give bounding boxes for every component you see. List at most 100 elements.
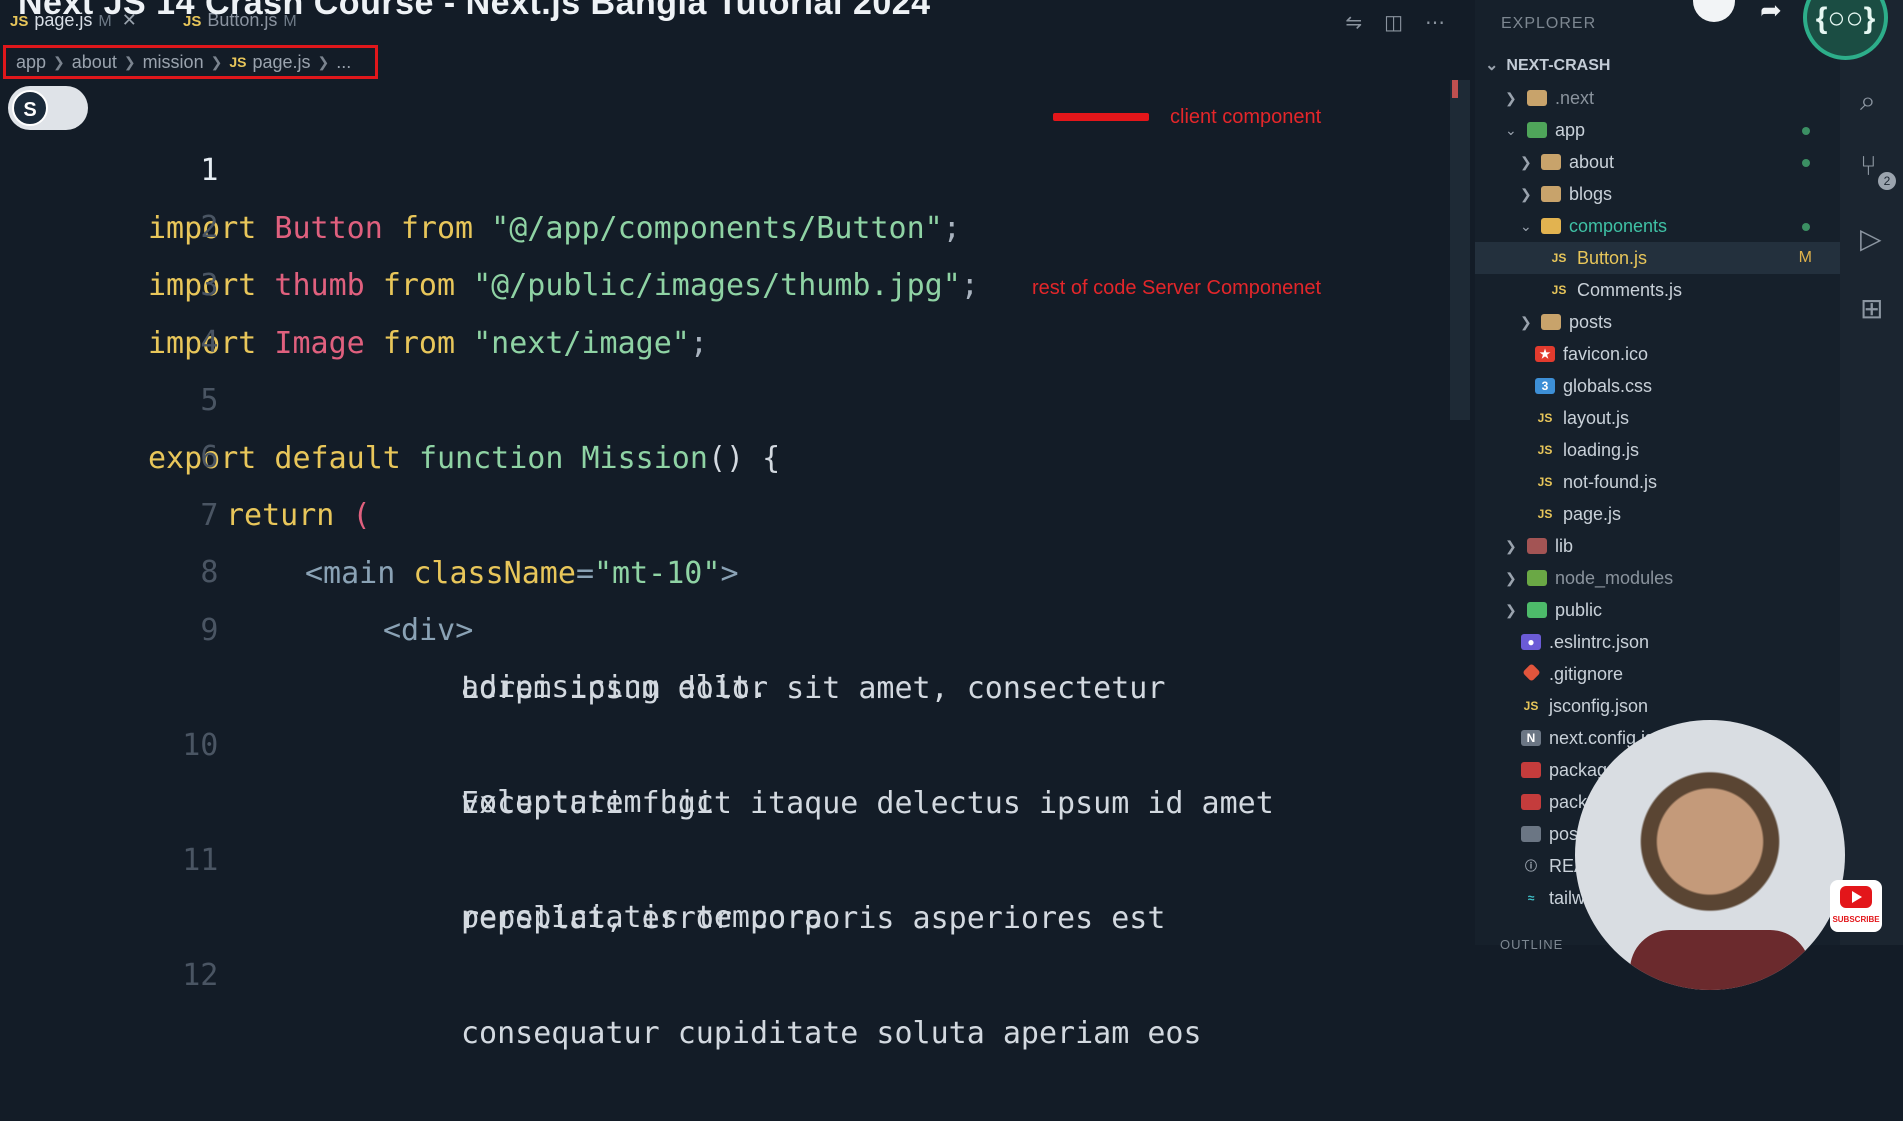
line-number: 2: [200, 210, 219, 245]
line-number: 1: [200, 153, 219, 188]
line-number: 12: [182, 958, 219, 993]
annotation-client: client component: [1170, 106, 1322, 128]
more-actions-icon[interactable]: ⋯: [1425, 10, 1445, 35]
code-line-wrap: perspiciatis tempora: [461, 900, 823, 935]
code-line: 3 import Image from "next/image";: [0, 199, 708, 361]
postcss-icon: [1521, 826, 1541, 842]
folder-icon: [1527, 90, 1547, 106]
youtube-play-icon: [1840, 886, 1872, 908]
share-arrow-icon[interactable]: ➦: [1760, 0, 1782, 26]
line-number: 5: [200, 383, 219, 418]
code-line: 11 repellat, error corporis asperiores e…: [0, 774, 1165, 936]
code-line: 8 <div>: [0, 486, 473, 648]
split-editor-icon[interactable]: ◫: [1384, 10, 1403, 35]
code-line: 12 consequatur cupiditate soluta aperiam…: [0, 889, 1201, 1051]
tree-item-blogs[interactable]: ❯ blogs: [1475, 178, 1840, 210]
code-line: 9 Lorem ipsum dolor sit amet, consectetu…: [0, 544, 1165, 706]
npm-icon: [1521, 794, 1541, 810]
annotation-server: rest of code Server Componenet: [1032, 277, 1322, 299]
line-number: 3: [200, 268, 219, 303]
run-debug-icon[interactable]: ▷: [1860, 222, 1882, 255]
code-line-wrap: adipisicing elit.: [461, 670, 769, 705]
chevron-right-icon: ❯: [1520, 186, 1532, 202]
js-file-icon: JS: [1551, 283, 1567, 297]
breadcrumb-item[interactable]: ...: [336, 52, 351, 73]
line-number: 10: [182, 728, 219, 763]
js-file-icon: JS: [1537, 411, 1553, 425]
vertical-scrollbar[interactable]: [1450, 80, 1470, 420]
overlay-toggle[interactable]: S: [8, 86, 88, 130]
code-line: 10 Excepturi fugit itaque delectus ipsum…: [0, 659, 1274, 821]
search-icon[interactable]: ⌕: [1860, 85, 1876, 118]
compare-changes-icon[interactable]: ⇋: [1345, 10, 1362, 35]
js-file-icon: JS: [1523, 699, 1539, 713]
line-number: 6: [200, 440, 219, 475]
js-file-icon: JS: [229, 54, 247, 70]
breadcrumb-item[interactable]: app: [16, 52, 46, 73]
chevron-right-icon: ❯: [1505, 90, 1517, 106]
tree-item-node-modules[interactable]: ❯ node_modules: [1475, 562, 1840, 594]
tree-item-public[interactable]: ❯ public: [1475, 594, 1840, 626]
code-line-wrap: voluptatem hic: [461, 785, 714, 820]
breadcrumb-item[interactable]: about: [72, 52, 117, 73]
folder-icon: [1541, 186, 1561, 202]
tree-item-not-found-js[interactable]: JS not-found.js: [1475, 466, 1840, 498]
folder-icon: [1527, 570, 1547, 586]
chevron-right-icon: ❯: [210, 53, 223, 70]
folder-icon: [1541, 314, 1561, 330]
subscribe-label: SUBSCRIBE: [1832, 915, 1880, 924]
tree-item-comments-js[interactable]: JS Comments.js: [1475, 274, 1840, 306]
youtube-subscribe-button[interactable]: SUBSCRIBE: [1830, 880, 1882, 932]
tree-item-button-js[interactable]: JS Button.js M: [1475, 242, 1840, 274]
code-editor[interactable]: JS page.js M ✕ JS Button.js M ⇋ ◫ ⋯ Next JS 1…: [0, 0, 1475, 1051]
chevron-right-icon: ❯: [1520, 154, 1532, 170]
breadcrumb-item[interactable]: page.js: [252, 52, 310, 73]
tree-item-globals-css[interactable]: 3 globals.css: [1475, 370, 1840, 402]
annotation-underline: [1053, 113, 1149, 121]
chevron-right-icon: ❯: [53, 53, 65, 70]
tree-item-next[interactable]: ❯ .next: [1475, 82, 1840, 114]
line-number: 4: [200, 325, 219, 360]
code-line: 5 export default function Mission() {: [0, 314, 780, 476]
code-line: 4: [0, 256, 218, 360]
line-number: 9: [200, 613, 219, 648]
code-line: 7 <main className="mt-10">: [0, 429, 738, 591]
line-number: 7: [200, 498, 219, 533]
eslint-icon: ●: [1521, 634, 1541, 650]
info-icon: ⓘ: [1524, 859, 1537, 873]
tree-item-gitignore[interactable]: .gitignore: [1475, 658, 1840, 690]
tree-item-favicon[interactable]: ★ favicon.ico: [1475, 338, 1840, 370]
tree-item-components[interactable]: ⌄ components: [1475, 210, 1840, 242]
project-root[interactable]: ⌄ NEXT-CRASH: [1485, 55, 1610, 75]
favicon-star-icon: ★: [1535, 346, 1555, 362]
video-title: Next JS 14 Crash Course - Next.js Bangla…: [18, 0, 931, 22]
source-control-badge: 2: [1878, 172, 1896, 190]
activity-bar: ⌕ ⑂ 2 ▷ ⊞: [1840, 0, 1903, 945]
nextjs-icon: N: [1521, 730, 1541, 746]
tree-item-layout-js[interactable]: JS layout.js: [1475, 402, 1840, 434]
git-icon: [1522, 663, 1541, 682]
css-file-icon: 3: [1535, 378, 1555, 394]
tree-item-app[interactable]: ⌄ app: [1475, 114, 1840, 146]
source-control-icon[interactable]: ⑂: [1860, 150, 1877, 182]
scrollbar-marker: [1452, 80, 1458, 98]
tailwind-icon: ≈: [1527, 891, 1535, 905]
chevron-right-icon: ❯: [1505, 602, 1517, 618]
tree-item-jsconfig[interactable]: JS jsconfig.json: [1475, 690, 1840, 722]
tree-item-lib[interactable]: ❯ lib: [1475, 530, 1840, 562]
tree-item-about[interactable]: ❯ about: [1475, 146, 1840, 178]
webcam-overlay: [1575, 720, 1845, 990]
tree-item-eslintrc[interactable]: ● .eslintrc.json: [1475, 626, 1840, 658]
extensions-icon[interactable]: ⊞: [1860, 292, 1883, 325]
js-file-icon: JS: [1551, 251, 1567, 265]
tree-item-posts[interactable]: ❯ posts: [1475, 306, 1840, 338]
tree-item-loading-js[interactable]: JS loading.js: [1475, 434, 1840, 466]
chevron-right-icon: ❯: [1520, 314, 1532, 330]
chevron-right-icon: ❯: [123, 53, 136, 70]
status-dot: [1802, 127, 1810, 135]
code-line: 2 import thumb from "@/public/images/thu…: [0, 141, 979, 303]
folder-open-icon: [1527, 122, 1547, 138]
tree-item-page-js[interactable]: JS page.js: [1475, 498, 1840, 530]
breadcrumb-item[interactable]: mission: [143, 52, 204, 73]
presenter-shirt: [1630, 930, 1810, 990]
